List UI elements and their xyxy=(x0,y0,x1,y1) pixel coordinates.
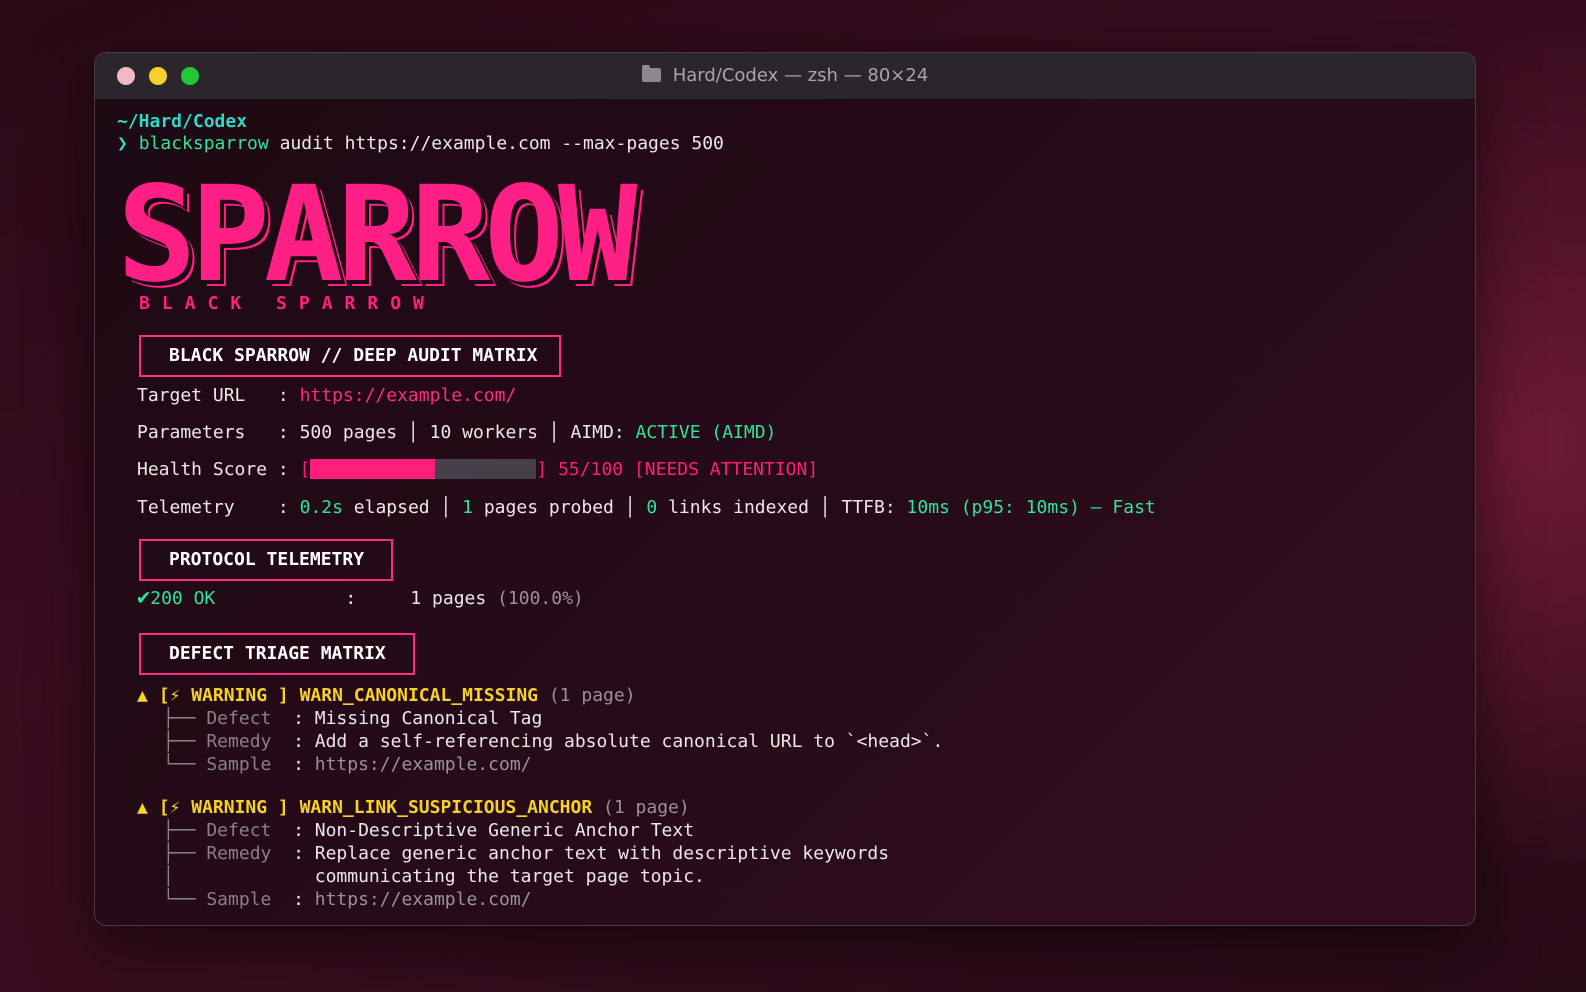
health-score-value: 55/100 [NEEDS ATTENTION] xyxy=(558,459,819,480)
parameters-row: Parameters : 500 pages │ 10 workers │ AI… xyxy=(137,422,776,444)
defect-description: Missing Canonical Tag xyxy=(314,708,543,729)
defect-level: [⚡ WARNING ] xyxy=(158,685,289,706)
remedy-description: Add a self-referencing absolute canonica… xyxy=(314,731,944,752)
protocol-sep: : xyxy=(345,588,357,609)
banner-logo: SPARROW xyxy=(117,158,637,312)
title-bar: Hard/Codex — zsh — 80×24 xyxy=(95,53,1475,100)
target-url-label: Target URL : xyxy=(137,385,289,406)
folder-icon xyxy=(641,65,661,82)
defect-entry-1-sample: └── Sample : https://example.com/ xyxy=(163,754,532,776)
telemetry-label: Telemetry : xyxy=(137,497,289,518)
defect-entry-1-title: ▲ [⚡ WARNING ] WARN_CANONICAL_MISSING (1… xyxy=(137,685,636,707)
defect-count: (1 page) xyxy=(548,685,636,706)
parameters-label: Parameters : xyxy=(137,422,289,443)
health-score-row: Health Score : [] 55/100 [NEEDS ATTENTIO… xyxy=(137,459,818,481)
tree-continuation: │ xyxy=(163,866,174,887)
tree-sample-label: └── Sample xyxy=(163,754,272,775)
command-name: blacksparrow xyxy=(138,133,269,154)
command-line: ❯ blacksparrow audit https://example.com… xyxy=(117,133,724,155)
sample-url[interactable]: https://example.com/ xyxy=(315,754,532,775)
defect-entry-2-sample: └── Sample : https://example.com/ xyxy=(163,889,532,911)
protocol-percent: (100.0%) xyxy=(497,588,584,609)
aimd-status: ACTIVE (AIMD) xyxy=(635,422,777,443)
terminal-window: Hard/Codex — zsh — 80×24 ~/Hard/Codex ❯ … xyxy=(94,52,1476,926)
health-progress-bar xyxy=(310,459,537,479)
protocol-count: 1 pages xyxy=(410,588,487,609)
telemetry-elapsed-label: elapsed │ xyxy=(353,497,452,518)
field-sep: : xyxy=(293,820,304,841)
remedy-description-cont: communicating the target page topic. xyxy=(314,866,705,887)
defect-entry-1-remedy: ├── Remedy : Add a self-referencing abso… xyxy=(163,731,943,753)
tree-remedy-label: ├── Remedy xyxy=(163,843,272,864)
prompt-cwd: ~/Hard/Codex xyxy=(117,111,248,132)
telemetry-row: Telemetry : 0.2s elapsed │ 1 pages probe… xyxy=(137,497,1156,519)
health-progress-fill xyxy=(310,459,435,479)
defect-entry-2-remedy: ├── Remedy : Replace generic anchor text… xyxy=(163,843,889,865)
telemetry-ttfb: 10ms (p95: 10ms) – Fast xyxy=(906,497,1156,518)
field-sep: : xyxy=(293,754,304,775)
field-sep: : xyxy=(293,708,304,729)
protocol-telemetry-header: PROTOCOL TELEMETRY xyxy=(139,539,393,581)
field-sep: : xyxy=(293,843,304,864)
health-bar-open: [ xyxy=(299,459,311,480)
warning-triangle-icon: ▲ xyxy=(137,685,148,706)
health-bar-close: ] xyxy=(536,459,548,480)
health-score-label: Health Score : xyxy=(137,459,289,480)
defect-count: (1 page) xyxy=(603,797,690,818)
field-sep: : xyxy=(293,731,304,752)
sample-url[interactable]: https://example.com/ xyxy=(315,889,532,910)
remedy-description: Replace generic anchor text with descrip… xyxy=(314,843,890,864)
defect-code: WARN_LINK_SUSPICIOUS_ANCHOR xyxy=(299,797,593,818)
warning-triangle-icon: ▲ xyxy=(137,797,148,818)
telemetry-probed-label: pages probed │ xyxy=(483,497,636,518)
field-sep: : xyxy=(293,889,304,910)
audit-matrix-header: BLACK SPARROW // DEEP AUDIT MATRIX xyxy=(139,335,561,377)
defect-entry-2-defect: ├── Defect : Non-Descriptive Generic Anc… xyxy=(163,820,694,842)
sparrow-banner: SPARROW xyxy=(117,158,637,312)
telemetry-probed: 1 xyxy=(462,497,473,518)
window-title: Hard/Codex — zsh — 80×24 xyxy=(95,65,1475,86)
terminal-content[interactable]: ~/Hard/Codex ❯ blacksparrow audit https:… xyxy=(117,111,1475,925)
defect-description: Non-Descriptive Generic Anchor Text xyxy=(314,820,695,841)
tree-sample-label: └── Sample xyxy=(163,889,272,910)
defect-code: WARN_CANONICAL_MISSING xyxy=(299,685,538,706)
window-title-text: Hard/Codex — zsh — 80×24 xyxy=(672,65,929,86)
tree-defect-label: ├── Defect xyxy=(163,708,272,729)
target-url-row: Target URL : https://example.com/ xyxy=(137,385,516,407)
defect-entry-1-defect: ├── Defect : Missing Canonical Tag xyxy=(163,708,542,730)
defect-level: [⚡ WARNING ] xyxy=(158,797,289,818)
telemetry-elapsed: 0.2s xyxy=(299,497,343,518)
parameters-value: 500 pages │ 10 workers │ AIMD: xyxy=(299,422,625,443)
command-args: audit https://example.com --max-pages 50… xyxy=(279,133,724,154)
target-url-value[interactable]: https://example.com/ xyxy=(300,385,517,406)
defect-entry-2-title: ▲ [⚡ WARNING ] WARN_LINK_SUSPICIOUS_ANCH… xyxy=(137,797,690,819)
protocol-status-row: ✔200 OK : 1 pages (100.0%) xyxy=(137,587,584,610)
defect-triage-header: DEFECT TRIAGE MATRIX xyxy=(139,633,415,675)
check-icon: ✔ xyxy=(137,585,151,610)
tree-defect-label: ├── Defect xyxy=(163,820,272,841)
defect-entry-2-remedy-cont: │ communicating the target page topic. xyxy=(163,866,705,888)
tree-remedy-label: ├── Remedy xyxy=(163,731,272,752)
telemetry-links-label: links indexed │ TTFB: xyxy=(668,497,896,518)
prompt-symbol: ❯ xyxy=(117,133,128,154)
banner-subtitle: BLACK SPARROW xyxy=(139,293,436,314)
telemetry-links: 0 xyxy=(646,497,658,518)
protocol-status-code: 200 OK xyxy=(150,588,216,609)
